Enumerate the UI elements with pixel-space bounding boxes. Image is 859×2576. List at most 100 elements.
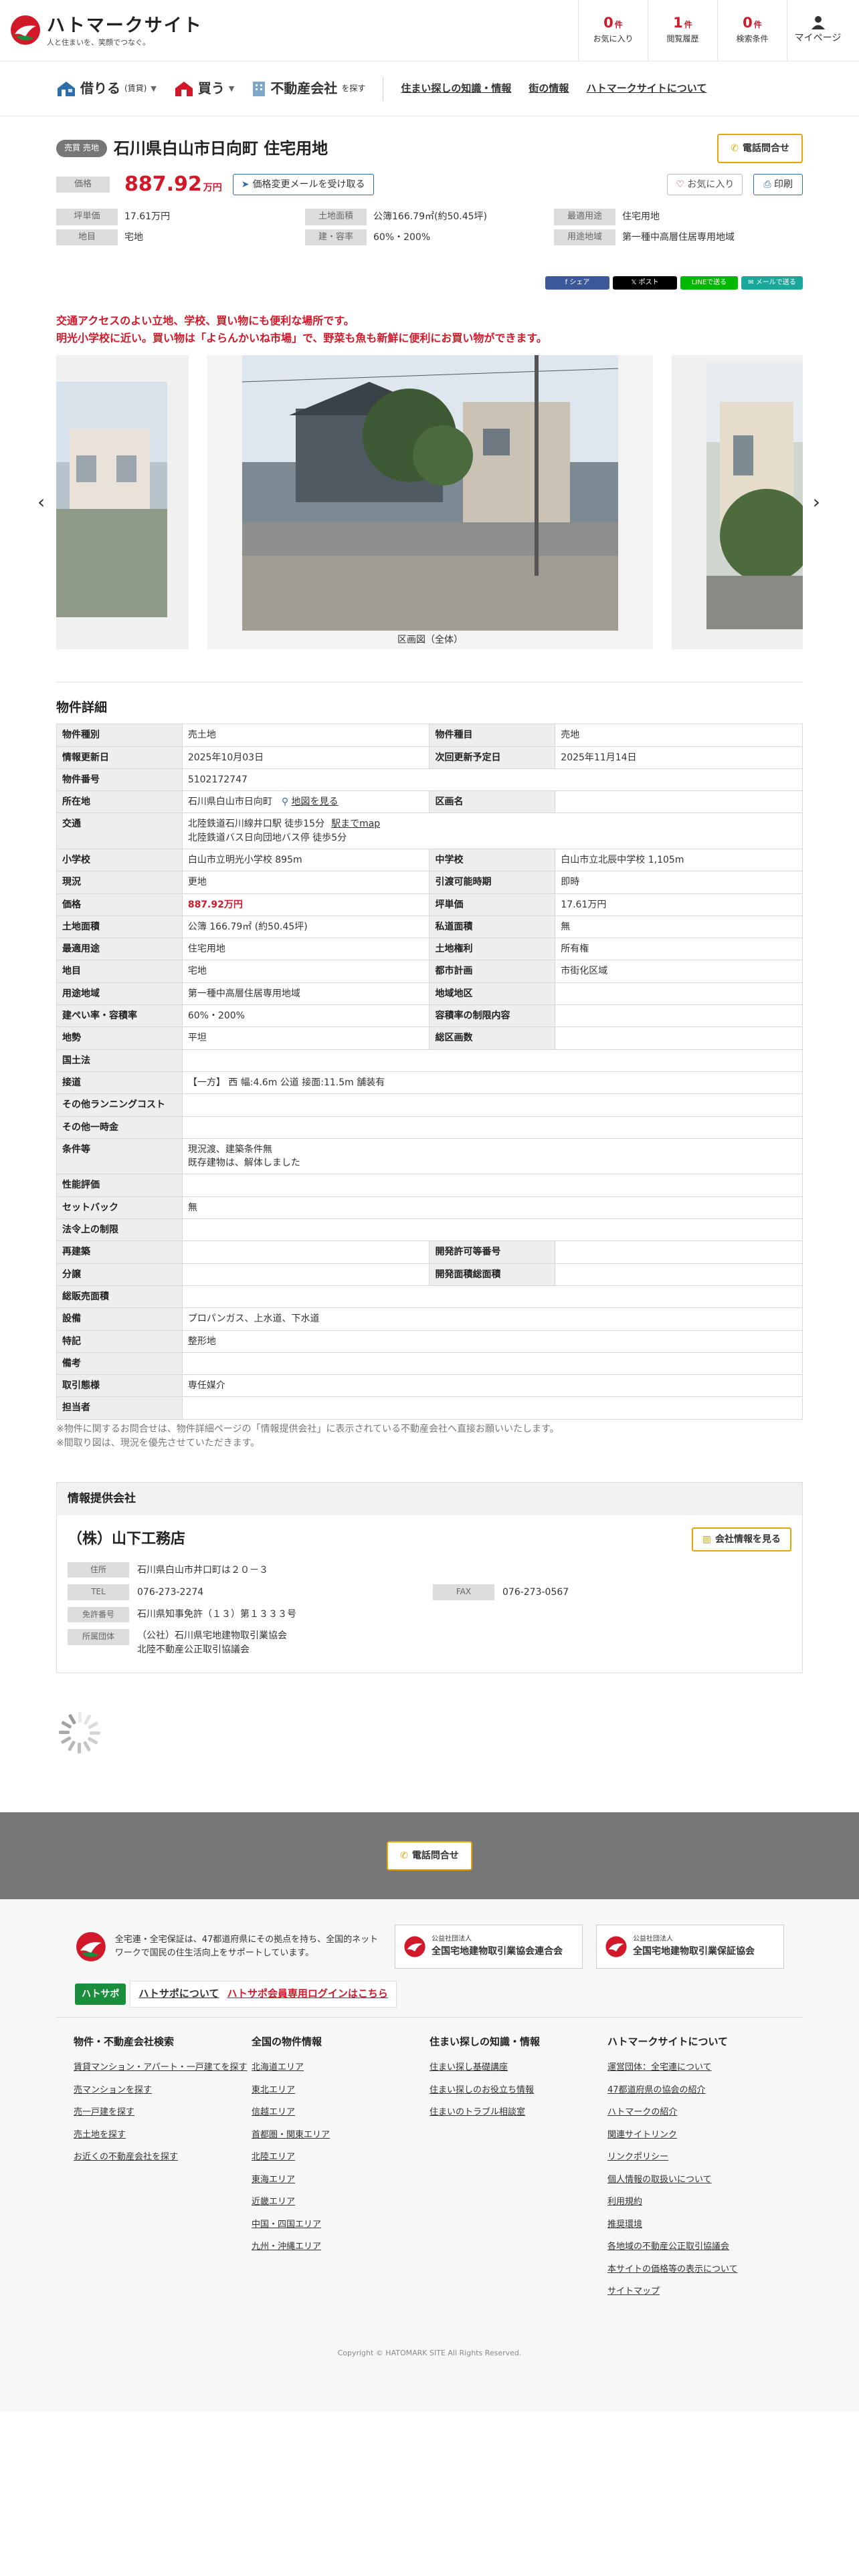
nav-link-about[interactable]: ハトマークサイトについて	[586, 82, 706, 96]
header-mypage[interactable]: マイページ	[787, 0, 848, 62]
footer-link[interactable]: 推奨環境	[607, 2218, 785, 2232]
price-change-mail-button[interactable]: ➤ 価格変更メールを受け取る	[232, 173, 374, 196]
detail-value: 2025年10月03日	[181, 746, 430, 769]
spec-label: 土地面積	[305, 208, 367, 225]
footer-link[interactable]: 近畿エリア	[252, 2195, 430, 2209]
site-logo[interactable]: ハトマークサイト 人と住まいを、笑顔でつなぐ。	[9, 13, 203, 48]
mail-share-button[interactable]: ✉ メールで送る	[741, 276, 803, 290]
detail-value-text: 即時	[561, 877, 580, 888]
detail-row: 情報更新日 2025年10月03日 次回更新予定日 2025年11月14日	[56, 746, 803, 769]
nav-buy[interactable]: 買う ▼	[174, 79, 234, 98]
detail-key: 次回更新予定日	[429, 746, 556, 769]
print-button[interactable]: ⎙ 印刷	[753, 173, 803, 196]
section-divider	[56, 681, 803, 683]
property-photo	[242, 354, 618, 631]
detail-key: 設備	[56, 1307, 183, 1331]
footer-link[interactable]: お近くの不動産会社を探す	[74, 2151, 252, 2164]
company-address-label: 住所	[68, 1562, 129, 1578]
detail-key: 条件等	[56, 1138, 183, 1175]
gallery-next-arrow[interactable]: ›	[813, 489, 820, 516]
footer-link[interactable]: リンクポリシー	[607, 2151, 785, 2164]
detail-key: 地勢	[56, 1027, 183, 1050]
line-share-button[interactable]: LINEで送る	[680, 276, 738, 290]
detail-key: 法令上の制限	[56, 1218, 183, 1242]
assoc-link-hosho[interactable]: 公益社団法人 全国宅地建物取引業保証協会	[596, 1924, 784, 1969]
assoc-link-zentakuren[interactable]: 公益社団法人 全国宅地建物取引業協会連合会	[395, 1924, 583, 1969]
company-license: 石川県知事免許（１３）第１３３３号	[137, 1609, 296, 1620]
detail-value: 北陸鉄道石川線井口駅 徒歩15分 駅までmap 北陸鉄道バス日向団地バス停 徒歩5分	[181, 813, 803, 849]
footer-link[interactable]: 売土地を探す	[74, 2129, 252, 2142]
footer-link[interactable]: サイトマップ	[607, 2285, 785, 2298]
station-map-link[interactable]: 駅までmap	[331, 819, 380, 829]
footer-link[interactable]: 関連サイトリンク	[607, 2129, 785, 2142]
detail-row: 総販売面積	[56, 1285, 803, 1309]
footer-link[interactable]: 利用規約	[607, 2195, 785, 2209]
detail-key: セットバック	[56, 1196, 183, 1220]
gallery-prev-arrow[interactable]: ‹	[37, 489, 45, 516]
footer-link[interactable]: 東北エリア	[252, 2084, 430, 2097]
company-info-button[interactable]: ▥ 会社情報を見る	[691, 1527, 791, 1552]
detail-key: 地域地区	[429, 982, 556, 1006]
nav-link-town[interactable]: 街の情報	[529, 82, 569, 96]
footer-link[interactable]: 首都圏・関東エリア	[252, 2129, 430, 2142]
mail-share-label: メールで送る	[755, 279, 796, 287]
gallery-slide-current[interactable]: 区画図（全体）	[207, 354, 653, 649]
footer-link[interactable]: 住まい探しのお役立ち情報	[430, 2084, 607, 2097]
footer-link[interactable]: 住まい探し基礎講座	[430, 2061, 607, 2074]
footer-link[interactable]: 住まいのトラブル相談室	[430, 2106, 607, 2119]
detail-value-text: 白山市立北辰中学校 1,105m	[561, 855, 684, 865]
hatosapo-login-link[interactable]: ハトサポ会員専用ログインはこちら	[227, 1988, 387, 2000]
footer-column: 全国の物件情報 北海道エリア 東北エリア 信越エリア 首都圏・関東エリア 北陸エリア 東海エ…	[252, 2035, 430, 2308]
hatosapo-about-link[interactable]: ハトサポについて	[138, 1988, 219, 2000]
nav-realtor[interactable]: 不動産会社 を探す	[252, 79, 365, 98]
detail-row: 土地面積 公簿 166.79㎡ (約50.45坪) 私道面積無	[56, 915, 803, 939]
footer-link[interactable]: 北海道エリア	[252, 2061, 430, 2074]
footer-link[interactable]: 47都道府県の協会の紹介	[607, 2084, 785, 2097]
spec-value: 住宅用地	[622, 211, 660, 223]
footer-link[interactable]: 売マンションを探す	[74, 2084, 252, 2097]
spec-label: 用途地域	[554, 229, 615, 246]
footer-link[interactable]: 運営団体：全宅連について	[607, 2061, 785, 2074]
nav-link-knowledge[interactable]: 住まい探しの知識・情報	[401, 82, 511, 96]
footer-link[interactable]: 北陸エリア	[252, 2151, 430, 2164]
footer-link[interactable]: 個人情報の取扱いについて	[607, 2173, 785, 2187]
map-link[interactable]: ⚲ 地図を見る	[282, 796, 339, 807]
detail-value-text: 現況渡、建築条件無	[187, 1144, 272, 1155]
company-tel-label: TEL	[68, 1584, 129, 1600]
footer-link[interactable]: 賃貸マンション・アパート・一戸建てを探す	[74, 2061, 252, 2074]
detail-key: 坪単価	[429, 893, 556, 916]
detail-value: プロパンガス、上水道、下水道	[181, 1307, 803, 1331]
footer-link[interactable]: ハトマークの紹介	[607, 2106, 785, 2119]
x-post-button[interactable]: 𝕏 ポスト	[613, 276, 677, 290]
footer-divider	[56, 2016, 803, 2018]
phone-inquiry-button[interactable]: ✆ 電話問合せ	[717, 134, 803, 164]
facebook-share-button[interactable]: f シェア	[545, 276, 609, 290]
footer-link[interactable]: 本サイトの価格等の表示について	[607, 2263, 785, 2276]
footer-phone-inquiry-button[interactable]: ✆ 電話問合せ	[387, 1840, 472, 1870]
header-history[interactable]: 1件 閲覧履歴	[648, 0, 717, 62]
gallery-slide-prev[interactable]	[56, 354, 189, 649]
footer-link[interactable]: 各地域の不動産公正取引協議会	[607, 2240, 785, 2254]
detail-row: 建ぺい率・容積率 60%・200% 容積率の制限内容	[56, 1004, 803, 1028]
nav-rent[interactable]: 借りる (賃貸) ▼	[56, 79, 157, 98]
heart-icon: ♡	[676, 179, 684, 190]
detail-value: 白山市立北辰中学校 1,105m	[555, 848, 803, 872]
footer-link[interactable]: 中国・四国エリア	[252, 2218, 430, 2232]
footer-link[interactable]: 売一戸建を探す	[74, 2106, 252, 2119]
history-label: 閲覧履歴	[666, 34, 699, 44]
detail-value: 17.61万円	[555, 893, 803, 916]
property-photo	[56, 381, 167, 617]
chevron-down-icon: ▼	[228, 84, 235, 93]
header-favorites[interactable]: 0件 お気に入り	[578, 0, 648, 62]
detail-key: 土地面積	[56, 915, 183, 939]
footer-link[interactable]: 信越エリア	[252, 2106, 430, 2119]
buy-house-icon	[175, 81, 193, 96]
gallery-slide-next[interactable]	[672, 354, 803, 649]
header-saved-search[interactable]: 0件 検索条件	[717, 0, 787, 62]
detail-notes: ※物件に関するお問合せは、物件詳細ページの「情報提供会社」に表示されている不動産…	[56, 1422, 803, 1451]
x-post-label: ポスト	[638, 279, 659, 287]
favorite-button[interactable]: ♡ お気に入り	[667, 173, 743, 196]
footer-link[interactable]: 東海エリア	[252, 2173, 430, 2187]
footer-link[interactable]: 九州・沖縄エリア	[252, 2240, 430, 2254]
detail-row: 担当者	[56, 1396, 803, 1420]
